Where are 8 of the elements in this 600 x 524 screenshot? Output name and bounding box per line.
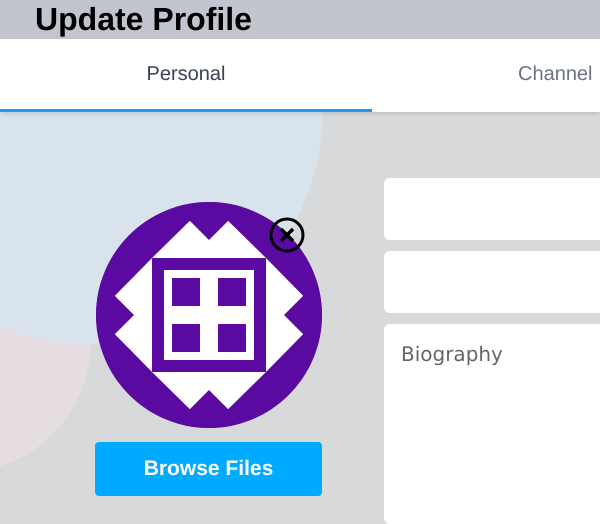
- tab[interactable]: Channel: [372, 39, 600, 112]
- text-field[interactable]: [384, 251, 600, 313]
- tab[interactable]: Personal: [0, 39, 372, 112]
- page-title: Update Profile: [35, 1, 252, 38]
- browse-files-button[interactable]: Browse Files: [95, 442, 322, 496]
- text-field[interactable]: [384, 178, 600, 240]
- close-icon[interactable]: [268, 217, 304, 253]
- biography-field[interactable]: Biography: [384, 324, 600, 524]
